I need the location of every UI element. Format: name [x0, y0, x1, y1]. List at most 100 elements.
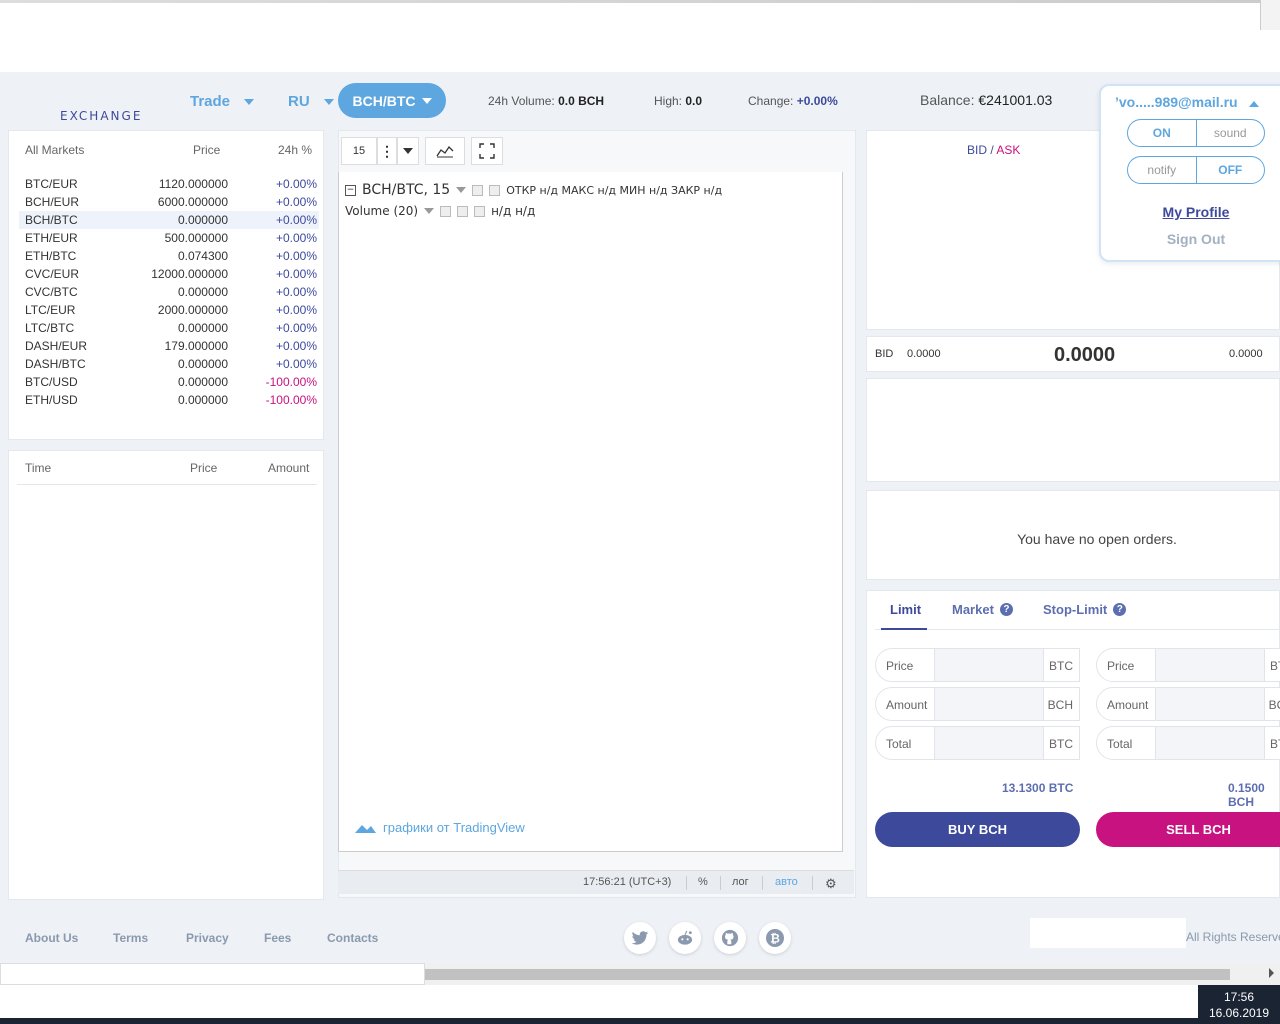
sound-toggle[interactable]: ON sound [1127, 119, 1265, 147]
settings-icon[interactable] [489, 184, 501, 196]
sign-out-link[interactable]: Sign Out [1101, 231, 1280, 247]
tab-limit[interactable]: Limit [890, 602, 921, 617]
close-icon[interactable] [474, 205, 486, 217]
chevron-down-icon[interactable] [456, 187, 467, 193]
buy-button[interactable]: BUY BCH [875, 812, 1080, 847]
help-icon[interactable]: ? [999, 603, 1013, 616]
sell-available[interactable]: 0.1500 BCH [1228, 781, 1279, 809]
chevron-down-icon[interactable] [424, 208, 435, 214]
market-row[interactable]: CVC/BTC 0.000000 +0.00% [19, 283, 319, 301]
market-price: 6000.000000 [157, 195, 228, 209]
balance: Balance: €241001.03 [920, 92, 1052, 108]
markets-header-pair[interactable]: All Markets [25, 143, 84, 157]
field-label: Price [886, 659, 914, 673]
sell-price-field[interactable]: Price BTC [1096, 648, 1280, 682]
scroll-right-icon[interactable] [1269, 968, 1274, 978]
logo[interactable]: EXCHANGE [60, 109, 142, 123]
help-icon[interactable]: ? [1113, 603, 1127, 616]
taskbar-clock[interactable]: 17:56 16.06.2019 [1198, 985, 1280, 1024]
market-row[interactable]: DASH/EUR 179.000000 +0.00% [19, 337, 319, 355]
twitter-icon[interactable] [624, 922, 656, 954]
sound-on-option[interactable]: ON [1128, 120, 1196, 146]
buy-total-input[interactable] [934, 727, 1044, 759]
notify-toggle[interactable]: notify OFF [1127, 156, 1265, 184]
indicators-button[interactable] [425, 137, 465, 165]
buy-amount-field[interactable]: Amount BCH [875, 687, 1080, 721]
volume-value: 0.0 BCH [558, 94, 605, 108]
chart-symbol[interactable]: BCH/BTC, 15 [362, 182, 450, 198]
sell-price-input[interactable] [1155, 649, 1265, 681]
markets-header-price[interactable]: Price [193, 143, 220, 157]
buy-price-input[interactable] [934, 649, 1044, 681]
footer-contacts-link[interactable]: Contacts [327, 931, 378, 945]
market-row[interactable]: BTC/EUR 1120.000000 +0.00% [19, 175, 319, 193]
eye-icon[interactable] [440, 205, 452, 217]
user-email[interactable]: ’vo.....989@mail.ru [1115, 94, 1260, 110]
market-row[interactable]: BTC/USD 0.000000 -100.00% [19, 373, 319, 391]
log-scale-button[interactable]: лог [732, 876, 749, 888]
notify-off-option[interactable]: OFF [1195, 157, 1265, 183]
settings-icon[interactable] [457, 205, 469, 217]
market-row[interactable]: LTC/EUR 2000.000000 +0.00% [19, 301, 319, 319]
sell-amount-field[interactable]: Amount BCH [1096, 687, 1280, 721]
sell-button[interactable]: SELL BCH [1096, 812, 1280, 847]
trade-menu-label: Trade [190, 93, 231, 110]
buy-available[interactable]: 13.1300 BTC [1002, 781, 1073, 795]
market-row[interactable]: CVC/EUR 12000.000000 +0.00% [19, 265, 319, 283]
bitcoin-icon[interactable]: ₿ [759, 922, 791, 954]
sound-option[interactable]: sound [1195, 120, 1265, 146]
language-menu[interactable]: RU [288, 93, 334, 110]
more-icon[interactable]: ⋮ [377, 137, 397, 165]
tradingview-credit[interactable]: графики от TradingView [353, 820, 525, 835]
pair-selector[interactable]: BCH/BTC [338, 83, 446, 118]
sell-total-field[interactable]: Total BTC [1096, 726, 1280, 760]
tab-market[interactable]: Market? [952, 602, 1013, 617]
collapse-icon[interactable]: − [345, 184, 356, 196]
market-change: +0.00% [275, 321, 317, 335]
my-profile-link[interactable]: My Profile [1101, 204, 1280, 220]
markets-header-change[interactable]: 24h % [278, 143, 312, 157]
market-pair: LTC/EUR [25, 303, 76, 317]
volume-indicator[interactable]: Volume (20) [345, 204, 418, 218]
eye-icon[interactable] [472, 184, 484, 196]
horizontal-scrollbar[interactable] [425, 963, 1280, 985]
market-row[interactable]: ETH/EUR 500.000000 +0.00% [19, 229, 319, 247]
market-row[interactable]: ETH/BTC 0.074300 +0.00% [19, 247, 319, 265]
footer-about-link[interactable]: About Us [25, 931, 78, 945]
balance-label: Balance: [920, 92, 975, 108]
tab-stop-limit[interactable]: Stop-Limit? [1043, 602, 1127, 617]
market-row[interactable]: DASH/BTC 0.000000 +0.00% [19, 355, 319, 373]
buy-total-field[interactable]: Total BTC [875, 726, 1080, 760]
github-icon[interactable] [714, 922, 746, 954]
chevron-up-icon [1249, 101, 1260, 107]
market-pair: DASH/EUR [25, 339, 88, 353]
chart-canvas[interactable]: − BCH/BTC, 15 ОТКР н/д МАКС н/д МИН н/д … [338, 172, 843, 852]
market-row[interactable]: ETH/USD 0.000000 -100.00% [19, 391, 319, 409]
interval-dropdown[interactable] [397, 137, 419, 165]
trade-menu[interactable]: Trade [190, 93, 255, 110]
chart-bottom-bar: 17:56:21 (UTC+3) % лог авто ⚙ [338, 870, 854, 894]
interval-button[interactable]: 15 [341, 137, 377, 165]
sell-amount-input[interactable] [1155, 688, 1265, 720]
notify-option[interactable]: notify [1128, 157, 1196, 183]
footer-terms-link[interactable]: Terms [113, 931, 148, 945]
market-row[interactable]: BCH/EUR 6000.000000 +0.00% [19, 193, 319, 211]
chart-legend-volume: Volume (20) н/д н/д [345, 204, 535, 218]
footer-fees-link[interactable]: Fees [264, 931, 291, 945]
sell-total-input[interactable] [1155, 727, 1265, 759]
footer-privacy-link[interactable]: Privacy [186, 931, 229, 945]
auto-scale-button[interactable]: авто [775, 876, 798, 888]
market-row[interactable]: LTC/BTC 0.000000 +0.00% [19, 319, 319, 337]
gear-icon[interactable]: ⚙ [825, 876, 837, 892]
percent-scale-button[interactable]: % [698, 876, 708, 888]
buy-amount-input[interactable] [934, 688, 1044, 720]
fullscreen-button[interactable] [471, 137, 503, 165]
reddit-icon[interactable] [669, 922, 701, 954]
market-change: +0.00% [275, 213, 317, 227]
clock-date: 16.06.2019 [1208, 1006, 1270, 1020]
user-menu-popup: ’vo.....989@mail.ru ON sound notify OFF … [1099, 84, 1280, 262]
market-pair: BTC/USD [25, 375, 78, 389]
scrollbar-thumb[interactable] [425, 969, 1230, 980]
buy-price-field[interactable]: Price BTC [875, 648, 1080, 682]
market-row[interactable]: BCH/BTC 0.000000 +0.00% [19, 211, 319, 229]
